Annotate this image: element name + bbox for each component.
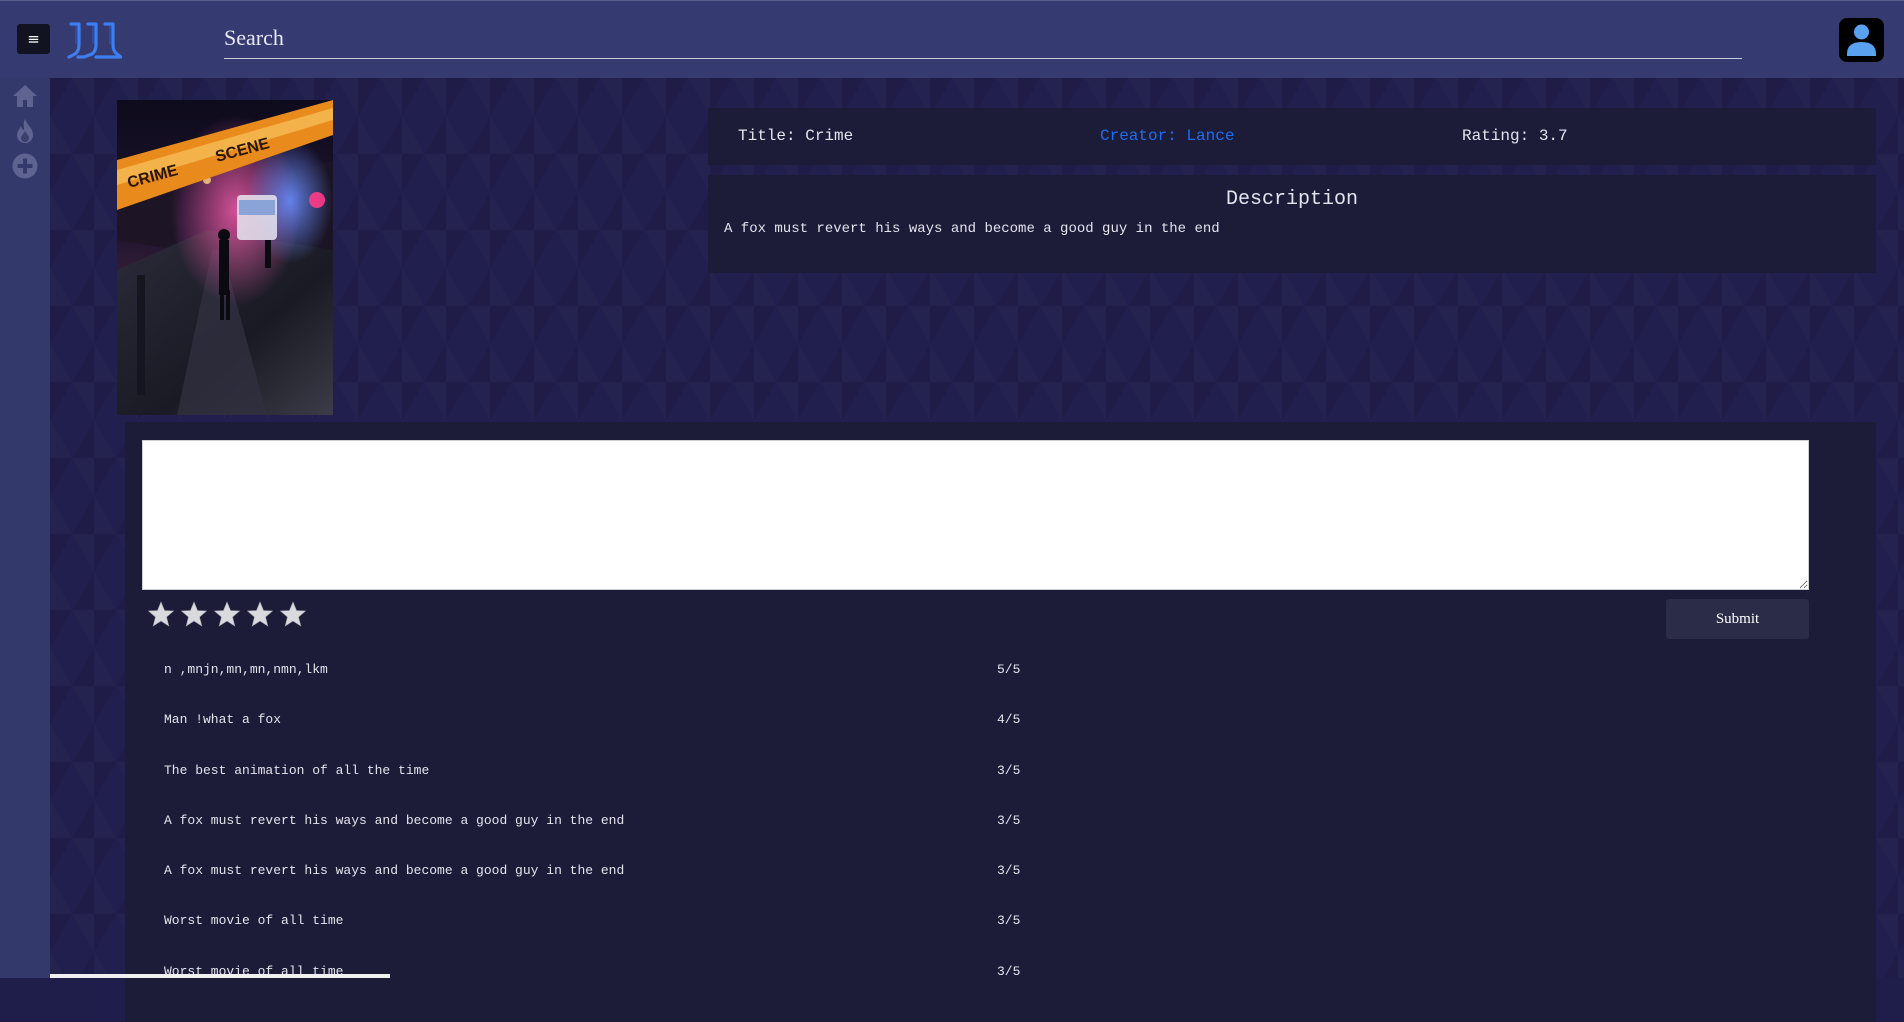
review-row: n ,mnjn,mn,mn,nmn,lkm 5/5: [164, 662, 1064, 712]
review-text: Man !what a fox: [164, 712, 282, 728]
review-score: 3/5: [997, 963, 1021, 979]
review-row: Man !what a fox 4/5: [164, 712, 1064, 762]
review-text: A fox must revert his ways and become a …: [164, 812, 625, 828]
review-score: 5/5: [997, 662, 1021, 677]
search-input[interactable]: [224, 19, 1742, 57]
review-score: 3/5: [997, 913, 1021, 929]
creator-link[interactable]: Creator: Lance: [1100, 127, 1234, 145]
reviews-panel: Submit n ,mnjn,mn,mn,nmn,lkm 5/5 Man !wh…: [125, 422, 1876, 1022]
plus-circle-icon[interactable]: [11, 152, 39, 180]
sidebar: [0, 78, 50, 978]
movie-info-bar: Title: Crime Creator: Lance Rating: 3.7: [708, 108, 1876, 165]
review-row: The best animation of all the time 3/5: [164, 763, 1064, 813]
review-text: A fox must revert his ways and become a …: [164, 863, 625, 879]
submit-button[interactable]: Submit: [1666, 599, 1809, 639]
star-icon-2[interactable]: [180, 600, 208, 628]
review-textarea[interactable]: [142, 440, 1809, 590]
star-icon-5[interactable]: [279, 600, 307, 628]
star-icon-1[interactable]: [147, 600, 175, 628]
star-rating: [147, 600, 307, 632]
top-navbar: ≡: [0, 0, 1904, 78]
main-content: CRIME SCENE Title: Crime Creator: Lance …: [50, 78, 1904, 1022]
review-score: 4/5: [997, 712, 1021, 728]
movie-rating: Rating: 3.7: [1462, 127, 1568, 145]
hamburger-menu-button[interactable]: ≡: [17, 24, 50, 54]
review-text: The best animation of all the time: [164, 762, 430, 778]
review-score: 3/5: [997, 812, 1021, 828]
description-text: A fox must revert his ways and become a …: [724, 221, 1220, 237]
review-score: 3/5: [997, 762, 1021, 778]
fire-icon[interactable]: [11, 117, 39, 145]
review-row: A fox must revert his ways and become a …: [164, 813, 1064, 863]
review-score: 3/5: [997, 863, 1021, 879]
movie-title: Title: Crime: [738, 127, 854, 145]
movie-poster-image: CRIME SCENE: [117, 100, 333, 415]
jjj-logo[interactable]: [66, 21, 122, 61]
review-list: n ,mnjn,mn,mn,nmn,lkm 5/5 Man !what a fo…: [164, 662, 1064, 1014]
user-avatar-button[interactable]: [1839, 18, 1884, 62]
description-panel: Description A fox must revert his ways a…: [708, 175, 1876, 273]
search-bar: [224, 19, 1742, 59]
review-text: Worst movie of all time: [164, 913, 344, 929]
horizontal-scrollbar[interactable]: [50, 974, 390, 978]
star-icon-3[interactable]: [213, 600, 241, 628]
description-heading: Description: [1225, 188, 1359, 211]
review-text: n ,mnjn,mn,mn,nmn,lkm: [164, 662, 328, 677]
home-icon[interactable]: [11, 82, 39, 110]
review-row: Worst movie of all time 3/5: [164, 964, 1064, 1014]
star-icon-4[interactable]: [246, 600, 274, 628]
review-row: Worst movie of all time 3/5: [164, 913, 1064, 963]
hamburger-icon: ≡: [27, 30, 40, 48]
user-icon: [1847, 24, 1876, 56]
review-row: A fox must revert his ways and become a …: [164, 863, 1064, 913]
